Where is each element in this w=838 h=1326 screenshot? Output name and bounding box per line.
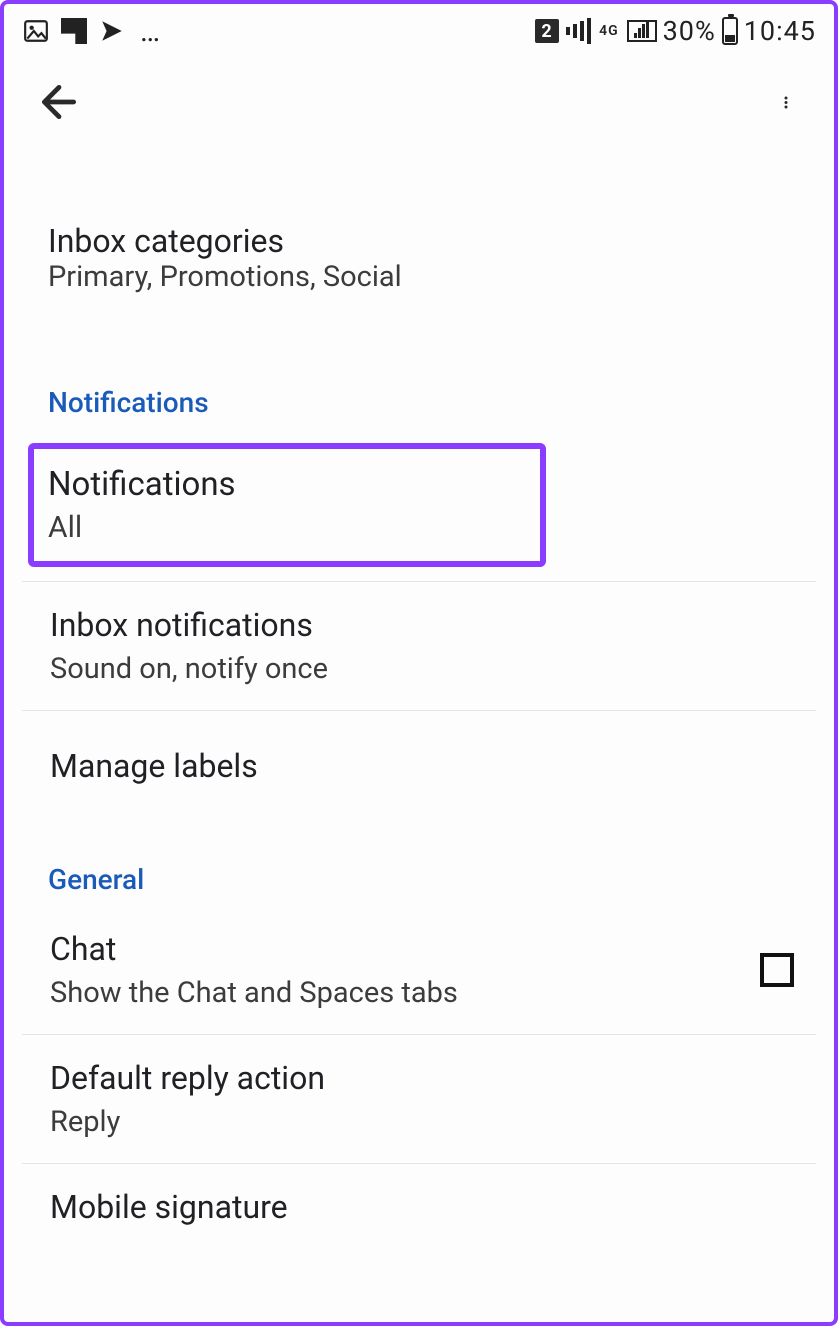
row-subtitle: Primary, Promotions, Social [48,260,790,294]
row-title: Mobile signature [50,1188,288,1226]
status-bar: … 2 4G 30% 10:45 [4,4,834,54]
picture-icon [22,17,50,45]
chat-checkbox[interactable] [760,953,794,987]
inbox-notifications-row[interactable]: Inbox notifications Sound on, notify onc… [22,582,816,711]
overflow-menu-button[interactable] [774,84,804,124]
default-reply-row[interactable]: Default reply action Reply [22,1035,816,1164]
row-title: Notifications [48,465,526,504]
row-title: Inbox categories [48,222,790,260]
back-arrow-icon [37,80,81,128]
row-title: Inbox notifications [50,606,328,644]
clock: 10:45 [744,15,816,47]
section-header-general: General [4,821,834,906]
notifications-row[interactable]: Notifications All [28,443,546,567]
row-subtitle: Show the Chat and Spaces tabs [50,976,458,1010]
back-button[interactable] [39,84,79,124]
section-header-notifications: Notifications [4,330,834,429]
row-title: Chat [50,930,458,968]
inbox-categories-row[interactable]: Inbox categories Primary, Promotions, So… [4,154,834,330]
row-title: Manage labels [50,747,258,785]
row-subtitle: All [48,510,526,545]
more-notifications-icon: … [140,14,162,49]
settings-list: Inbox categories Primary, Promotions, So… [4,154,834,1234]
status-right: 2 4G 30% 10:45 [535,15,816,47]
chat-row[interactable]: Chat Show the Chat and Spaces tabs [22,906,816,1035]
more-vert-icon [783,82,795,126]
manage-labels-row[interactable]: Manage labels [22,711,816,821]
network-label: 4G [599,23,619,39]
app-bar [4,54,834,154]
mobile-signature-row[interactable]: Mobile signature [22,1164,816,1234]
status-left: … [22,14,162,49]
row-subtitle: Sound on, notify once [50,652,328,686]
row-title: Default reply action [50,1059,325,1097]
battery-percent: 30% [663,15,716,47]
sim-badge: 2 [535,19,559,43]
battery-icon [722,17,738,45]
send-icon [98,17,126,45]
signal-icon [565,18,591,44]
signal2-icon [627,20,657,42]
row-subtitle: Reply [50,1105,325,1139]
flipboard-icon [60,17,88,45]
